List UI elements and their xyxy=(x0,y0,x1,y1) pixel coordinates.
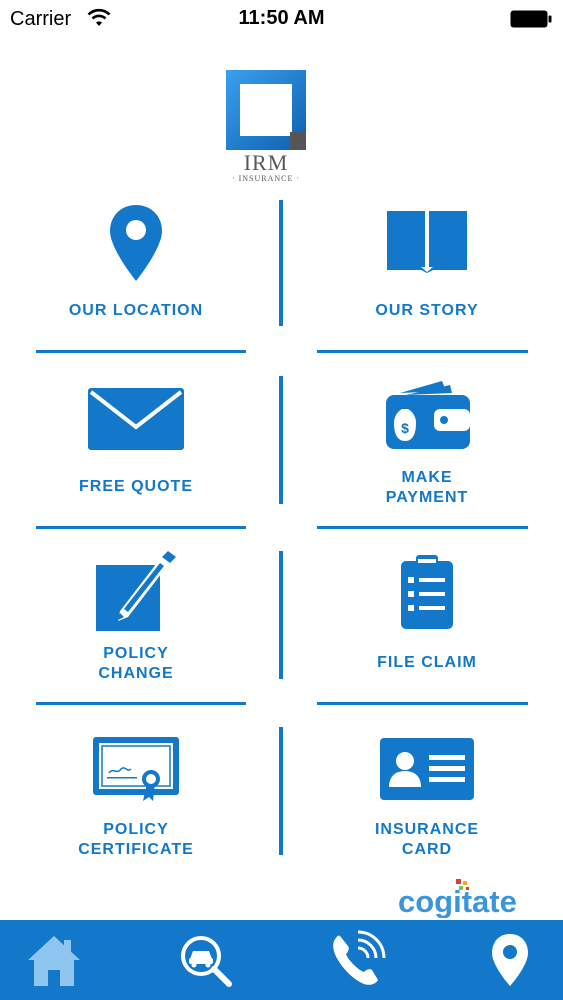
our-location-button[interactable]: OUR LOCATION xyxy=(21,195,251,345)
tile-label: OUR LOCATION xyxy=(68,302,204,319)
envelope-icon xyxy=(88,388,184,450)
clipboard-icon xyxy=(401,555,453,629)
wallet-icon: $ xyxy=(386,381,470,449)
divider-vertical xyxy=(279,200,283,326)
divider-horizontal xyxy=(36,702,246,705)
svg-text:$: $ xyxy=(401,420,409,436)
book-icon xyxy=(387,211,467,273)
location-pin-icon xyxy=(110,205,162,281)
bottom-tab-bar xyxy=(0,920,563,1000)
phone-icon[interactable] xyxy=(326,930,386,990)
divider-horizontal xyxy=(317,350,528,353)
make-payment-button[interactable]: $ MAKE PAYMENT xyxy=(312,371,542,521)
tile-label: OUR STORY xyxy=(375,302,479,319)
divider-horizontal xyxy=(36,350,246,353)
tile-label: MAKE PAYMENT xyxy=(385,469,469,506)
tile-label: FREE QUOTE xyxy=(78,478,193,495)
tile-label: POLICY CHANGE xyxy=(98,645,174,682)
tile-label: INSURANCE CARD xyxy=(374,821,480,858)
our-story-button[interactable]: OUR STORY xyxy=(312,195,542,345)
id-card-icon xyxy=(380,738,474,800)
tile-label: FILE CLAIM xyxy=(377,654,477,671)
cogitate-logo: cogitate xyxy=(398,879,517,918)
brand-name: cogitate xyxy=(398,884,517,918)
home-icon[interactable] xyxy=(24,930,84,990)
edit-pencil-icon xyxy=(96,551,176,631)
free-quote-button[interactable]: FREE QUOTE xyxy=(21,371,251,521)
divider-vertical xyxy=(279,376,283,504)
insurance-card-button[interactable]: INSURANCE CARD xyxy=(312,723,542,873)
divider-vertical xyxy=(279,551,283,679)
divider-vertical xyxy=(279,727,283,855)
policy-change-button[interactable]: POLICY CHANGE xyxy=(21,547,251,697)
policy-certificate-button[interactable]: POLICY CERTIFICATE xyxy=(21,723,251,873)
certificate-icon xyxy=(93,737,179,801)
tile-label: POLICY CERTIFICATE xyxy=(78,821,194,858)
divider-horizontal xyxy=(36,526,246,529)
divider-horizontal xyxy=(317,702,528,705)
location-icon[interactable] xyxy=(480,930,540,990)
car-search-icon[interactable] xyxy=(175,930,235,990)
file-claim-button[interactable]: FILE CLAIM xyxy=(312,547,542,697)
divider-horizontal xyxy=(317,526,528,529)
